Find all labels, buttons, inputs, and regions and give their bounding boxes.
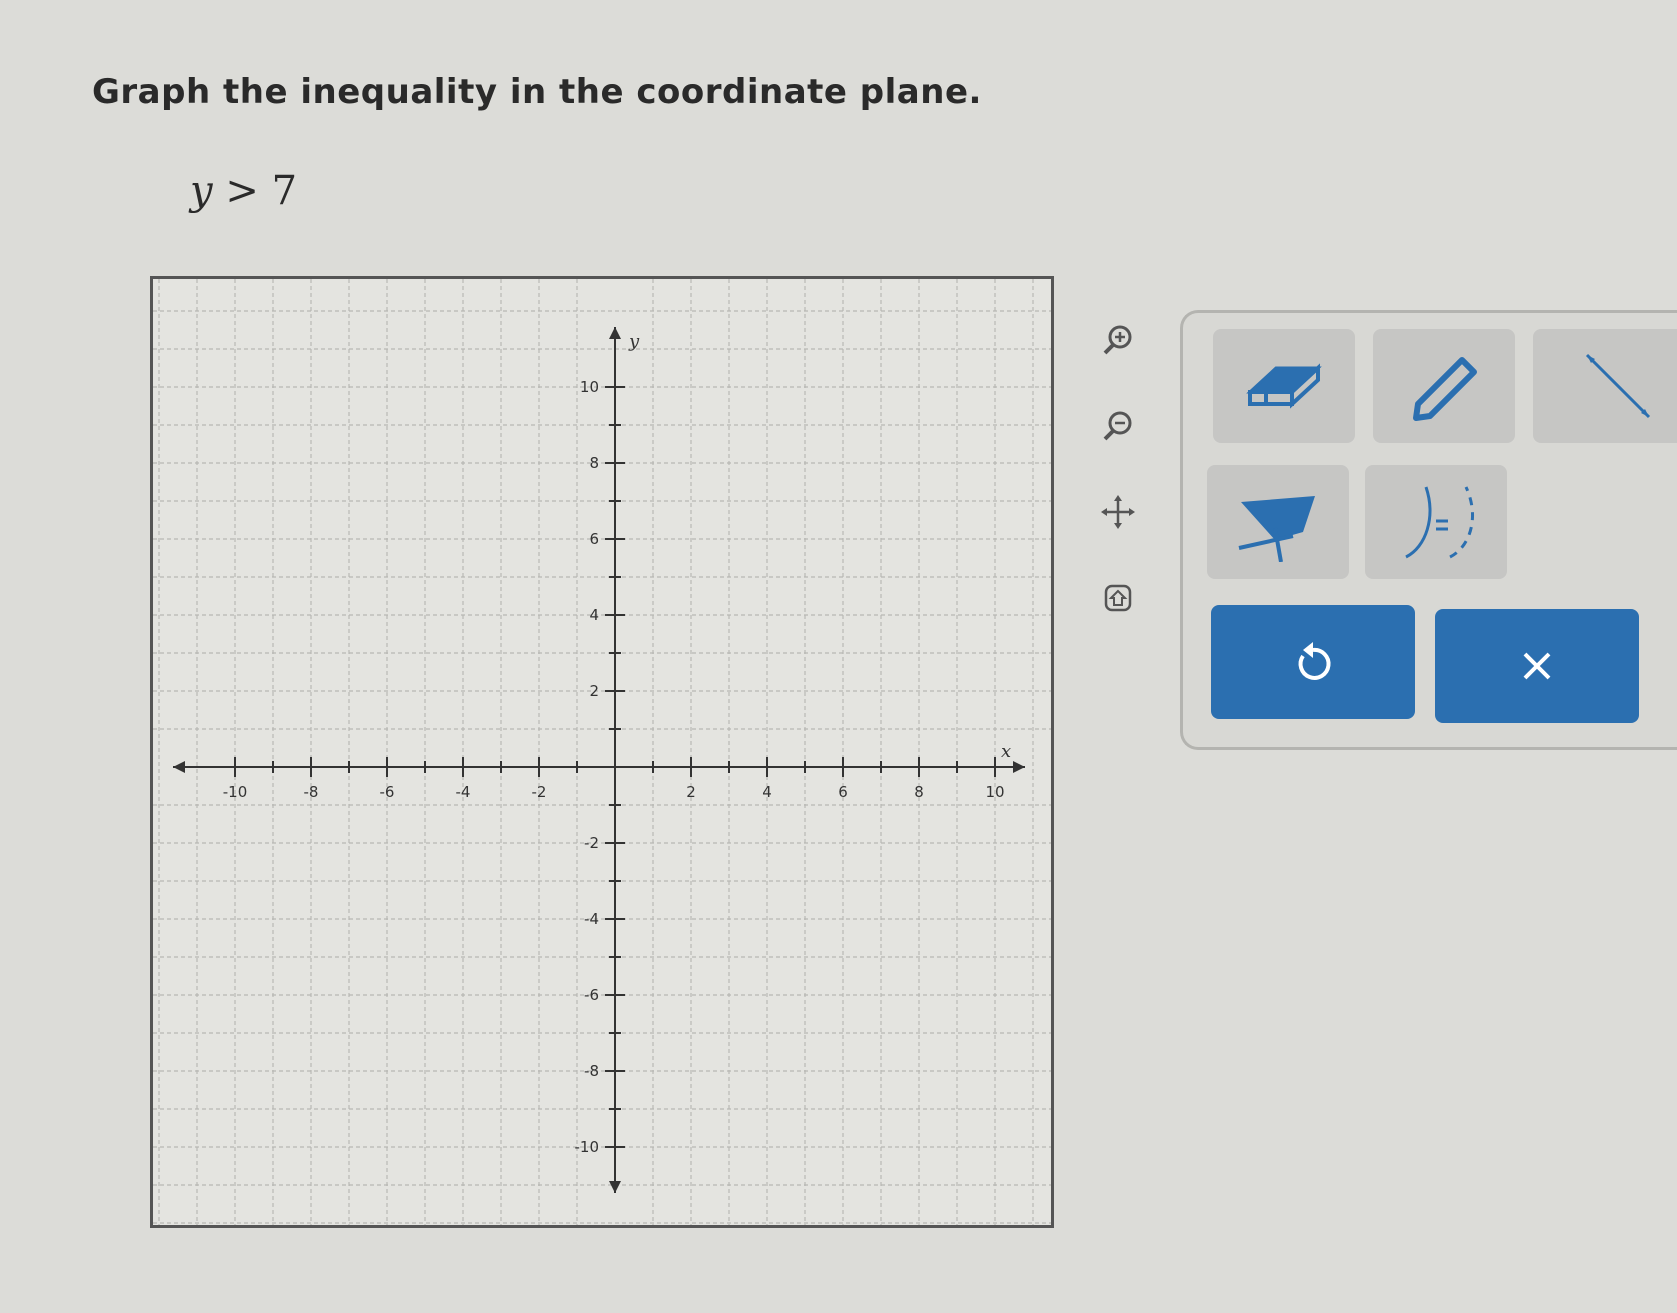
zoom-out-button[interactable]: [1094, 402, 1142, 450]
question-prompt: Graph the inequality in the coordinate p…: [92, 72, 982, 112]
graph-view-tools: [1094, 316, 1142, 660]
eraser-button[interactable]: [1213, 329, 1355, 443]
eraser-icon: [1246, 363, 1322, 409]
y-tick-label: 6: [589, 530, 599, 548]
coordinate-plane-svg[interactable]: x y -10 -8 -6 -4 -2 2 4 6 8 10 10 8 6 4 2 -2 -4 -6 -8 -10: [153, 279, 1051, 1225]
y-tick-label: 10: [580, 378, 599, 396]
zoom-in-icon: [1103, 325, 1132, 355]
y-tick-label: -4: [584, 910, 599, 928]
x-tick-label: -4: [456, 783, 471, 801]
x-axis-label: x: [1001, 741, 1011, 762]
y-tick-label: 4: [589, 606, 599, 624]
drawing-toolbox: [1180, 310, 1677, 750]
line-icon: [1585, 353, 1651, 419]
y-tick-label: 8: [589, 454, 599, 472]
shade-region-button[interactable]: [1207, 465, 1349, 579]
x-axis-arrow-left: [173, 761, 185, 773]
undo-button[interactable]: [1211, 605, 1415, 719]
pencil-button[interactable]: [1373, 329, 1515, 443]
x-tick-label: 6: [838, 783, 848, 801]
home-button[interactable]: [1094, 574, 1142, 622]
x-tick-label: 2: [686, 783, 696, 801]
inequality-value: 7: [271, 168, 298, 214]
clear-button[interactable]: [1435, 609, 1639, 723]
y-tick-label: 2: [589, 682, 599, 700]
close-icon: [1523, 652, 1551, 680]
y-tick-label: -6: [584, 986, 599, 1004]
inequality-expression: y > 7: [190, 168, 297, 214]
x-tick-label: -6: [380, 783, 395, 801]
pan-button[interactable]: [1094, 488, 1142, 536]
line-button[interactable]: [1533, 329, 1677, 443]
x-tick-label: -8: [304, 783, 319, 801]
home-icon: [1104, 584, 1132, 612]
solid-dashed-toggle-button[interactable]: [1365, 465, 1507, 579]
y-tick-label: -8: [584, 1062, 599, 1080]
shade-region-icon: [1238, 496, 1315, 562]
x-tick-label: 4: [762, 783, 772, 801]
x-tick-label: 8: [914, 783, 924, 801]
inequality-operator: >: [225, 168, 259, 214]
y-tick-label: -2: [584, 834, 599, 852]
zoom-out-icon: [1103, 411, 1132, 441]
zoom-in-button[interactable]: [1094, 316, 1142, 364]
y-axis-arrow-down: [609, 1181, 621, 1193]
x-tick-label: 10: [985, 783, 1004, 801]
pencil-icon: [1413, 357, 1477, 421]
x-axis-arrow-right: [1013, 761, 1025, 773]
x-tick-label: -10: [223, 783, 248, 801]
move-icon: [1101, 495, 1135, 529]
solid-dashed-icon: [1405, 486, 1474, 559]
y-axis-label: y: [628, 331, 640, 352]
undo-icon: [1298, 642, 1331, 680]
y-tick-label: -10: [575, 1138, 600, 1156]
x-tick-label: -2: [532, 783, 547, 801]
inequality-variable: y: [190, 168, 213, 214]
coordinate-plane[interactable]: x y -10 -8 -6 -4 -2 2 4 6 8 10 10 8 6 4 2 -2 -4 -6 -8 -10: [150, 276, 1054, 1228]
y-axis-arrow-up: [609, 327, 621, 339]
